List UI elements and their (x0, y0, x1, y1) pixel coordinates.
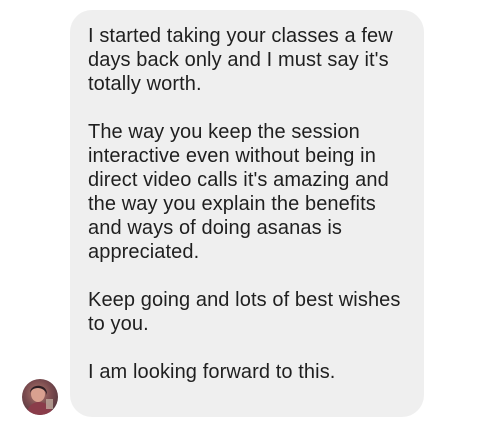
profile-photo-icon (26, 385, 54, 415)
message-paragraph: Keep going and lots of best wishes to yo… (88, 289, 401, 335)
message-paragraph: I am looking forward to this. (88, 361, 336, 383)
message-paragraph: The way you keep the session interactive… (88, 121, 389, 263)
sender-avatar[interactable] (22, 379, 58, 415)
message-paragraph: I started taking your classes a few days… (88, 25, 393, 95)
message-bubble[interactable]: I started taking your classes a few days… (70, 10, 424, 417)
